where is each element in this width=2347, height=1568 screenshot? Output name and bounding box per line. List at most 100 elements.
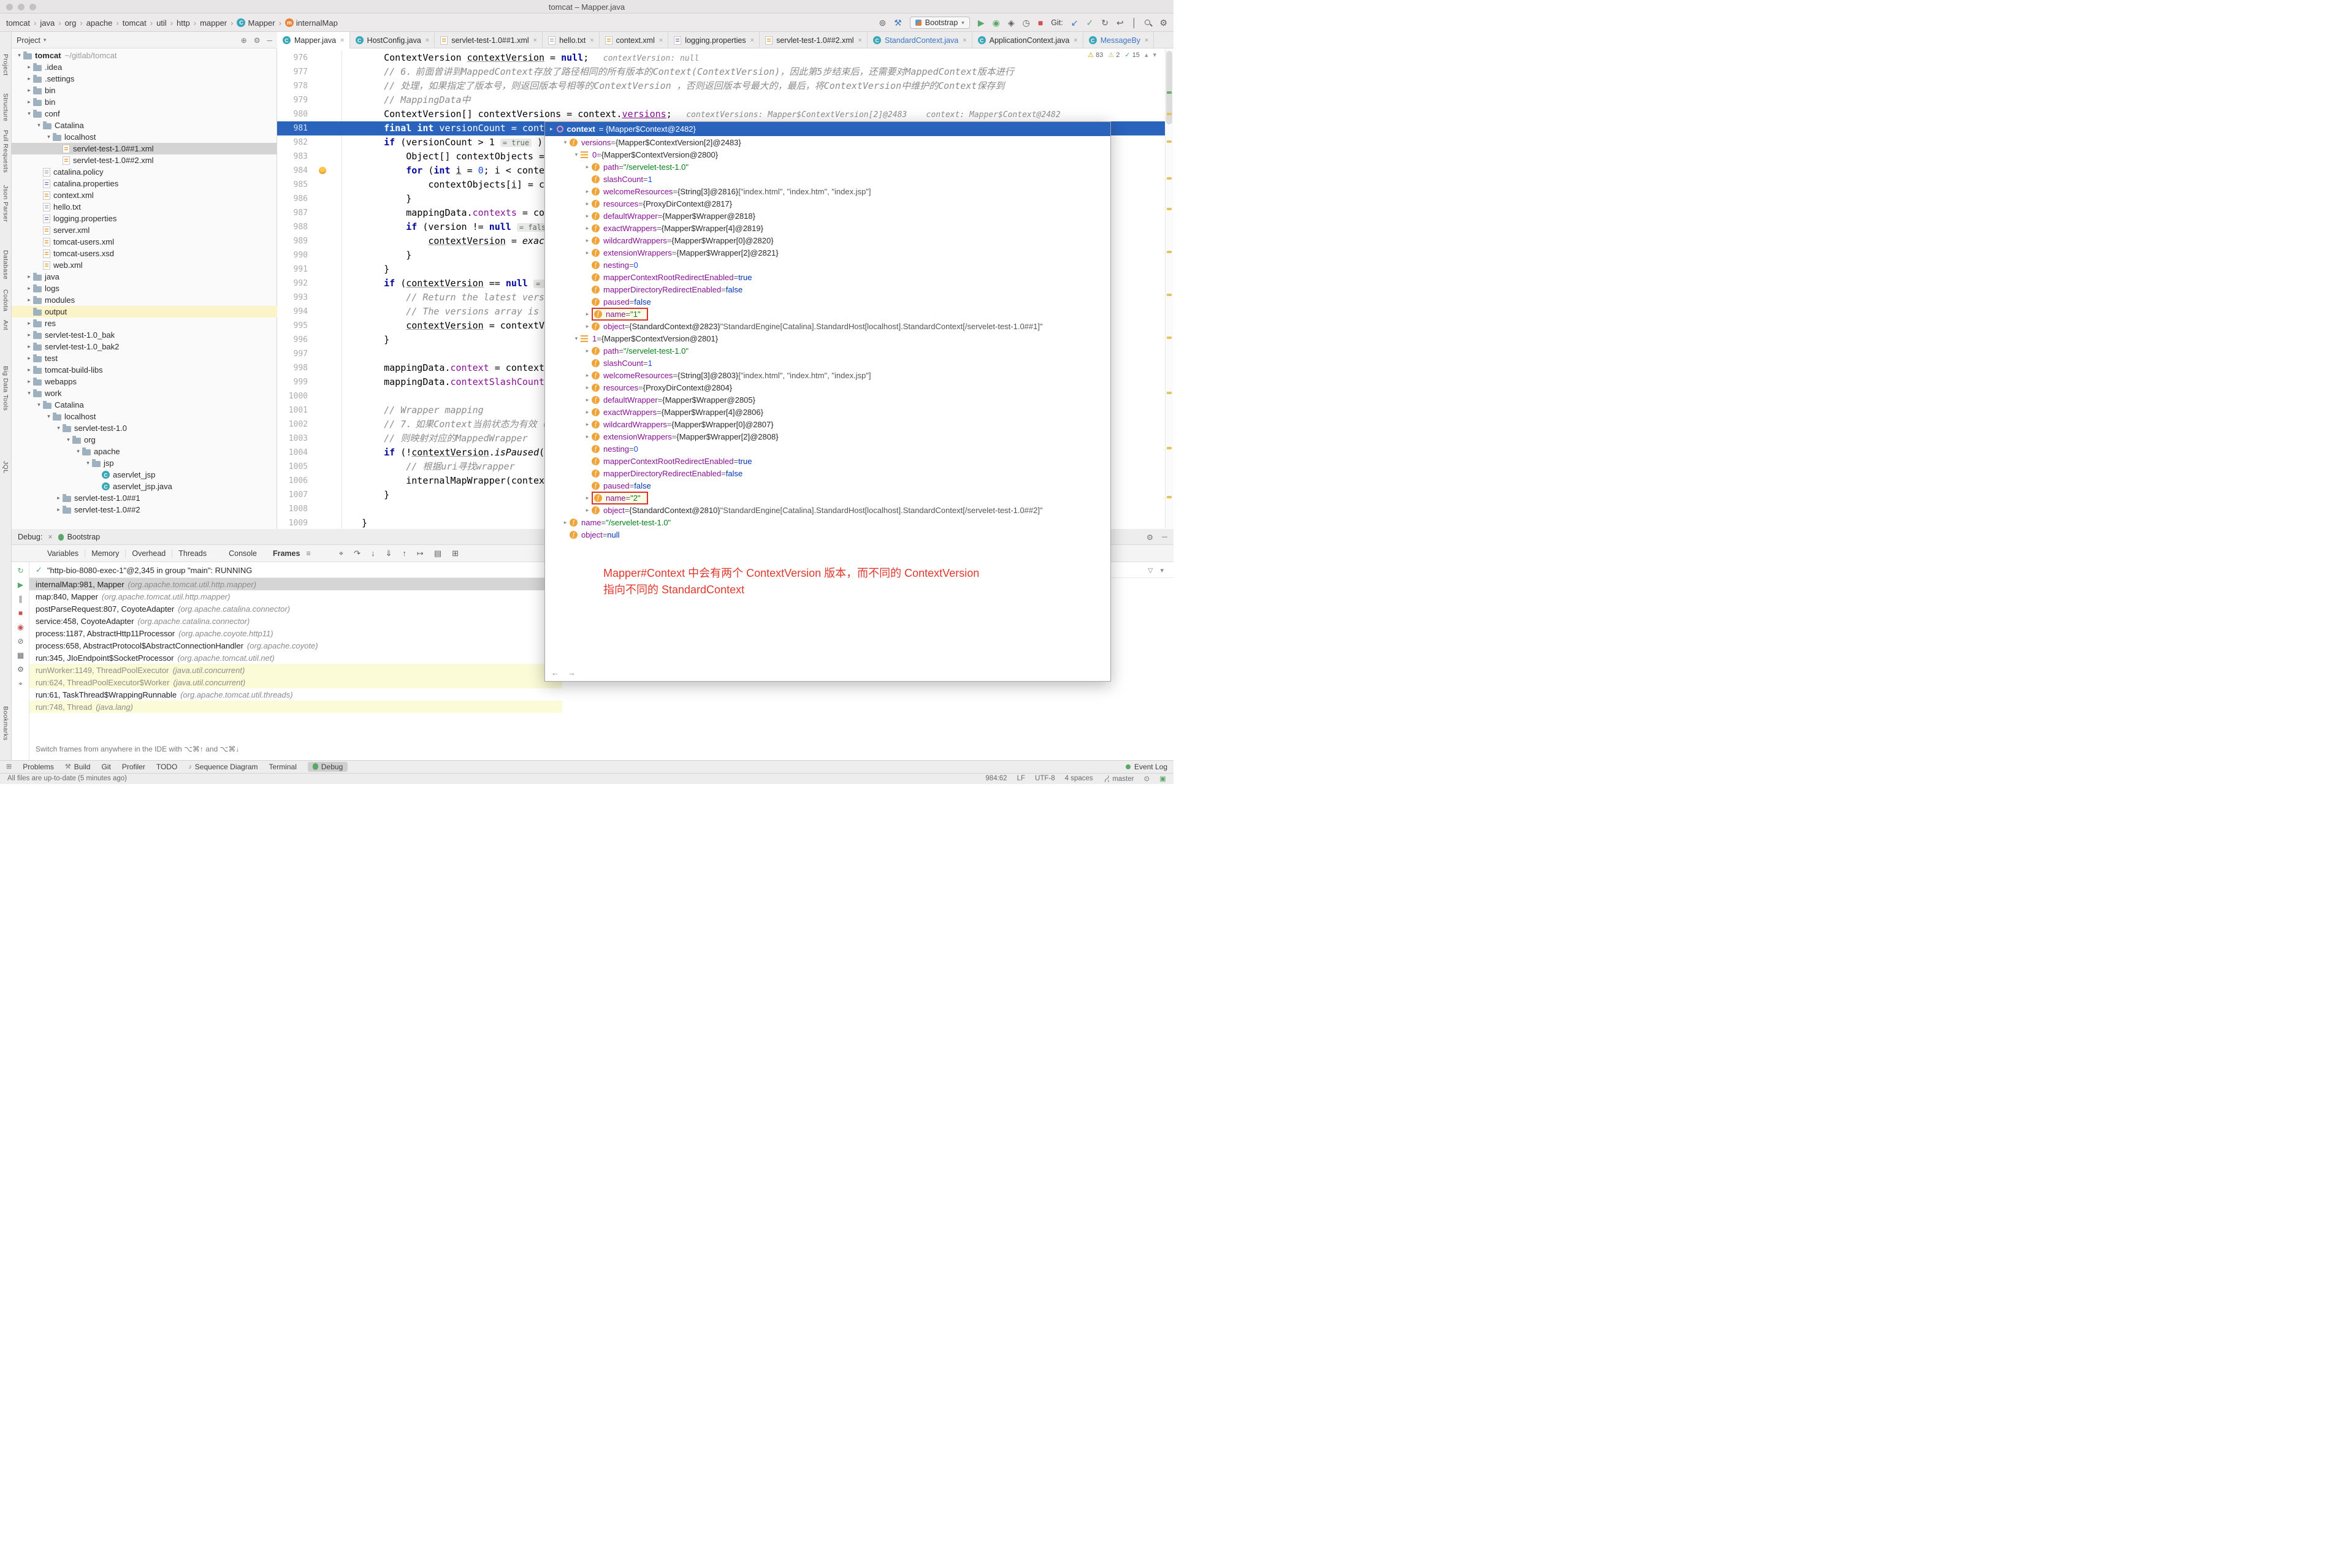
ide-status-icon[interactable]: ▣ xyxy=(1159,774,1166,783)
run-config-select[interactable]: Bootstrap▾ xyxy=(910,17,970,29)
tree-row[interactable]: ▸res xyxy=(12,318,277,329)
close-tab-icon[interactable]: × xyxy=(1145,37,1148,44)
tree-toggle-icon[interactable]: ▾ xyxy=(25,390,33,397)
back-icon[interactable]: ← xyxy=(551,668,559,677)
tree-toggle-icon[interactable]: ▸ xyxy=(583,507,592,514)
tree-toggle-icon[interactable]: ▸ xyxy=(583,384,592,391)
view-variables[interactable]: Variables xyxy=(41,549,85,558)
editor-tab[interactable]: CApplicationContext.java× xyxy=(972,32,1083,48)
editor-tab[interactable]: context.xml× xyxy=(600,32,669,48)
next-issue-icon[interactable]: ▾ xyxy=(1153,51,1156,59)
frame-row[interactable]: service:458, CoyoteAdapter (org.apache.c… xyxy=(29,615,562,627)
tree-row[interactable]: ▸servlet-test-1.0##1 xyxy=(12,492,277,504)
tree-toggle-icon[interactable]: ▾ xyxy=(45,413,53,420)
toolwindow-button-debug[interactable]: Debug xyxy=(308,762,348,772)
tree-toggle-icon[interactable]: ▸ xyxy=(583,495,592,501)
toolwindow-button-sequence-diagram[interactable]: ♪Sequence Diagram xyxy=(188,763,258,771)
tree-row[interactable]: ▸bin xyxy=(12,96,277,108)
variable-row[interactable]: fmapperContextRootRedirectEnabled = true xyxy=(545,455,1110,467)
settings-icon[interactable]: ⚙ xyxy=(17,665,24,674)
tree-toggle-icon[interactable]: ▸ xyxy=(583,311,592,318)
tool-stripe-ant[interactable]: Ant xyxy=(2,320,9,330)
debug-button[interactable]: ◉ xyxy=(993,18,1000,28)
tree-row[interactable]: ▾servlet-test-1.0 xyxy=(12,422,277,434)
editor-tab[interactable]: servlet-test-1.0##1.xml× xyxy=(435,32,543,48)
tree-row[interactable]: ▸logs xyxy=(12,283,277,294)
variable-row[interactable]: ▸fwildcardWrappers = {Mapper$Wrapper[0]@… xyxy=(545,234,1110,246)
close-tab-icon[interactable]: × xyxy=(426,37,429,44)
breadcrumb-item[interactable]: tomcat xyxy=(6,18,30,28)
git-history-icon[interactable]: ↻ xyxy=(1101,18,1109,28)
tree-toggle-icon[interactable]: ▸ xyxy=(583,237,592,244)
tree-row[interactable]: servlet-test-1.0##1.xml xyxy=(12,143,277,154)
variable-row[interactable]: ▸fexactWrappers = {Mapper$Wrapper[4]@280… xyxy=(545,406,1110,418)
view-overhead[interactable]: Overhead xyxy=(126,549,172,558)
frame-row[interactable]: runWorker:1149, ThreadPoolExecutor (java… xyxy=(29,664,562,676)
readonly-icon[interactable]: ⊙ xyxy=(1143,774,1150,783)
tree-row[interactable]: ▸java xyxy=(12,271,277,283)
tree-toggle-icon[interactable]: ▸ xyxy=(25,273,33,280)
tree-row[interactable]: catalina.policy xyxy=(12,166,277,178)
breadcrumb-item[interactable]: minternalMap xyxy=(285,18,338,28)
tree-toggle-icon[interactable]: ▸ xyxy=(25,87,33,94)
tree-row[interactable]: ▾org xyxy=(12,434,277,446)
variable-row[interactable]: ▸fname = "2" xyxy=(545,492,1110,504)
tab-frames[interactable]: Frames xyxy=(273,549,300,558)
editor-scrollbar[interactable] xyxy=(1165,48,1174,529)
prev-issue-icon[interactable]: ▴ xyxy=(1145,51,1148,59)
settings-icon[interactable]: ⚙ xyxy=(1159,18,1167,28)
breadcrumb-item[interactable]: java xyxy=(40,18,55,28)
editor-tab[interactable]: CStandardContext.java× xyxy=(868,32,972,48)
tree-toggle-icon[interactable]: ▾ xyxy=(55,425,63,432)
tree-toggle-icon[interactable]: ▸ xyxy=(561,519,570,526)
view-breakpoints-button[interactable]: ◉ xyxy=(17,623,23,631)
editor-line[interactable]: 979 // MappingData中 xyxy=(277,93,1165,107)
tool-stripe-project[interactable]: Project xyxy=(2,54,9,75)
editor-line[interactable]: 976 ContextVersion contextVersion = null… xyxy=(277,51,1165,65)
tree-row[interactable]: ▾jsp xyxy=(12,457,277,469)
profiler-button[interactable]: ◷ xyxy=(1023,18,1030,28)
editor-tab[interactable]: hello.txt× xyxy=(543,32,600,48)
variable-row[interactable]: ▸fobject = {StandardContext@2823} "Stand… xyxy=(545,320,1110,332)
toolwindow-button-terminal[interactable]: Terminal xyxy=(269,763,297,771)
variable-row[interactable]: fmapperDirectoryRedirectEnabled = false xyxy=(545,283,1110,295)
variable-row[interactable]: ▾1 = {Mapper$ContextVersion@2801} xyxy=(545,332,1110,344)
event-log-button[interactable]: Event Log xyxy=(1126,763,1167,771)
step-out-button[interactable]: ↑ xyxy=(402,549,406,558)
tree-toggle-icon[interactable]: ▸ xyxy=(55,495,63,501)
tree-row[interactable]: ▾localhost xyxy=(12,411,277,422)
tree-toggle-icon[interactable]: ▸ xyxy=(583,433,592,440)
tree-toggle-icon[interactable]: ▸ xyxy=(583,421,592,428)
tree-toggle-icon[interactable]: ▾ xyxy=(74,448,82,455)
tree-row[interactable]: ▾conf xyxy=(12,108,277,120)
tree-toggle-icon[interactable]: ▸ xyxy=(583,397,592,403)
close-tab-icon[interactable]: × xyxy=(533,37,537,44)
close-tab-icon[interactable]: × xyxy=(858,37,862,44)
restore-layout-button[interactable]: ▦ xyxy=(17,651,24,660)
tree-toggle-icon[interactable]: ▸ xyxy=(25,343,33,350)
toolwindow-button-git[interactable]: Git xyxy=(101,763,110,771)
minimize-window-button[interactable] xyxy=(18,4,25,10)
indent-style[interactable]: 4 spaces xyxy=(1065,775,1093,782)
tree-row[interactable]: tomcat-users.xsd xyxy=(12,248,277,259)
chevron-down-icon[interactable]: ▾ xyxy=(1160,566,1164,574)
tree-row[interactable]: server.xml xyxy=(12,224,277,236)
tree-toggle-icon[interactable]: ▸ xyxy=(583,225,592,232)
tree-toggle-icon[interactable]: ▾ xyxy=(35,122,43,129)
view-memory[interactable]: Memory xyxy=(85,549,126,558)
frame-row[interactable]: process:658, AbstractProtocol$AbstractCo… xyxy=(29,639,562,652)
editor-line[interactable]: 977 // 6．前面曾讲到MappedContext存放了路径相同的所有版本的… xyxy=(277,65,1165,79)
variable-row[interactable]: fnesting = 0 xyxy=(545,443,1110,455)
hide-icon[interactable]: ─ xyxy=(267,36,272,45)
tree-toggle-icon[interactable]: ▾ xyxy=(572,335,581,342)
forward-icon[interactable]: → xyxy=(568,668,576,677)
rerun-button[interactable]: ↻ xyxy=(17,566,23,575)
tree-row[interactable]: ▾tomcat~/gitlab/tomcat xyxy=(12,50,277,61)
editor-tab[interactable]: CHostConfig.java× xyxy=(350,32,435,48)
tree-toggle-icon[interactable]: ▾ xyxy=(561,139,570,146)
project-panel-title[interactable]: Project xyxy=(17,36,40,45)
stop-button[interactable]: ■ xyxy=(1038,18,1043,28)
mute-breakpoints-button[interactable]: ⊘ xyxy=(17,637,23,645)
tree-toggle-icon[interactable]: ▸ xyxy=(583,164,592,170)
tree-row[interactable]: ▾Catalina xyxy=(12,399,277,411)
